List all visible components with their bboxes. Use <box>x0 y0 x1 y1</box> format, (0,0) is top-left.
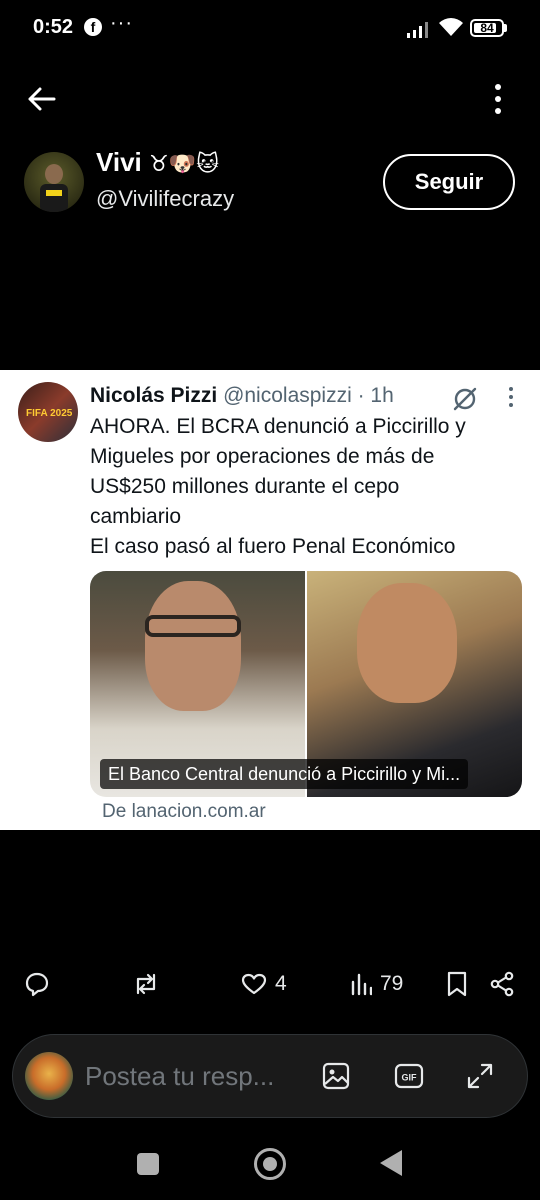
like-count: 4 <box>275 972 287 995</box>
views-button[interactable]: 79 <box>350 970 403 998</box>
post-time: · 1h <box>351 384 394 407</box>
bookmark-button[interactable] <box>446 970 468 998</box>
signal-icon <box>407 22 428 38</box>
reply-composer[interactable]: Postea tu resp... GIF <box>12 1034 528 1118</box>
battery-icon: 84 <box>470 19 504 37</box>
avatar-badge: FIFA 2025 <box>26 408 73 419</box>
recent-apps-button[interactable] <box>137 1153 159 1175</box>
bookmark-icon <box>447 971 467 997</box>
reply-button[interactable] <box>24 970 58 998</box>
composer-avatar <box>25 1052 73 1100</box>
status-time: 0:52 <box>33 16 74 38</box>
display-name-text: Vivi <box>96 147 142 177</box>
post-header: Nicolás Pizzi @nicolaspizzi · 1h <box>90 384 394 408</box>
battery-level: 84 <box>480 21 494 35</box>
notification-more: ··· <box>110 12 133 34</box>
heart-icon <box>241 973 267 995</box>
status-bar: 0:52 f ··· 84 <box>0 0 540 60</box>
bar-chart-icon <box>351 973 372 996</box>
author-avatar[interactable]: FIFA 2025 <box>18 382 78 442</box>
arrow-left-icon[interactable] <box>26 84 56 114</box>
post-text-line: El caso pasó al fuero Penal Económico <box>90 535 456 558</box>
system-back-button[interactable] <box>380 1150 402 1176</box>
reply-input[interactable]: Postea tu resp... <box>85 1061 274 1092</box>
follow-button[interactable]: Seguir <box>383 154 515 210</box>
media-caption: El Banco Central denunció a Piccirillo y… <box>100 759 469 789</box>
display-name: Vivi ♉🐶🐱 <box>96 147 219 178</box>
share-button[interactable] <box>490 970 514 998</box>
views-count: 79 <box>380 972 404 995</box>
repost-button[interactable] <box>132 970 168 998</box>
svg-text:GIF: GIF <box>402 1073 418 1083</box>
link-card-media[interactable]: El Banco Central denunció a Piccirillo y… <box>90 571 522 797</box>
wifi-icon <box>439 18 463 36</box>
post-text-line: cambiario <box>90 505 182 528</box>
post-text: AHORA. El BCRA denunció a Piccirillo y M… <box>90 412 520 562</box>
quoted-post-card[interactable]: FIFA 2025 Nicolás Pizzi @nicolaspizzi · … <box>0 370 540 830</box>
user-handle: @Vivilifecrazy <box>96 186 235 211</box>
post-text-line: AHORA. El BCRA denunció a Piccirillo y <box>90 415 466 438</box>
expand-icon[interactable] <box>465 1061 495 1091</box>
display-name-emoji: ♉🐶🐱 <box>149 151 220 176</box>
post-text-line: US$250 millones durante el cepo <box>90 475 400 498</box>
post-text-line: Migueles por operaciones de más de <box>90 445 435 468</box>
facebook-icon: f <box>84 18 102 36</box>
like-button[interactable]: 4 <box>241 970 287 998</box>
author-name[interactable]: Nicolás Pizzi <box>90 384 217 407</box>
overflow-vertical-icon[interactable] <box>488 82 508 116</box>
home-button[interactable] <box>254 1148 286 1180</box>
reply-icon <box>25 972 49 997</box>
repost-icon <box>136 973 156 995</box>
author-handle: @nicolaspizzi <box>223 384 352 407</box>
action-bar: 4 79 <box>0 960 540 1010</box>
share-icon <box>490 971 514 997</box>
post-overflow-icon[interactable] <box>506 386 516 408</box>
grok-icon[interactable] <box>452 386 478 412</box>
image-icon[interactable] <box>321 1061 351 1091</box>
avatar[interactable] <box>24 152 84 212</box>
gif-icon[interactable]: GIF <box>394 1061 424 1091</box>
source-link[interactable]: De lanacion.com.ar <box>102 801 266 823</box>
